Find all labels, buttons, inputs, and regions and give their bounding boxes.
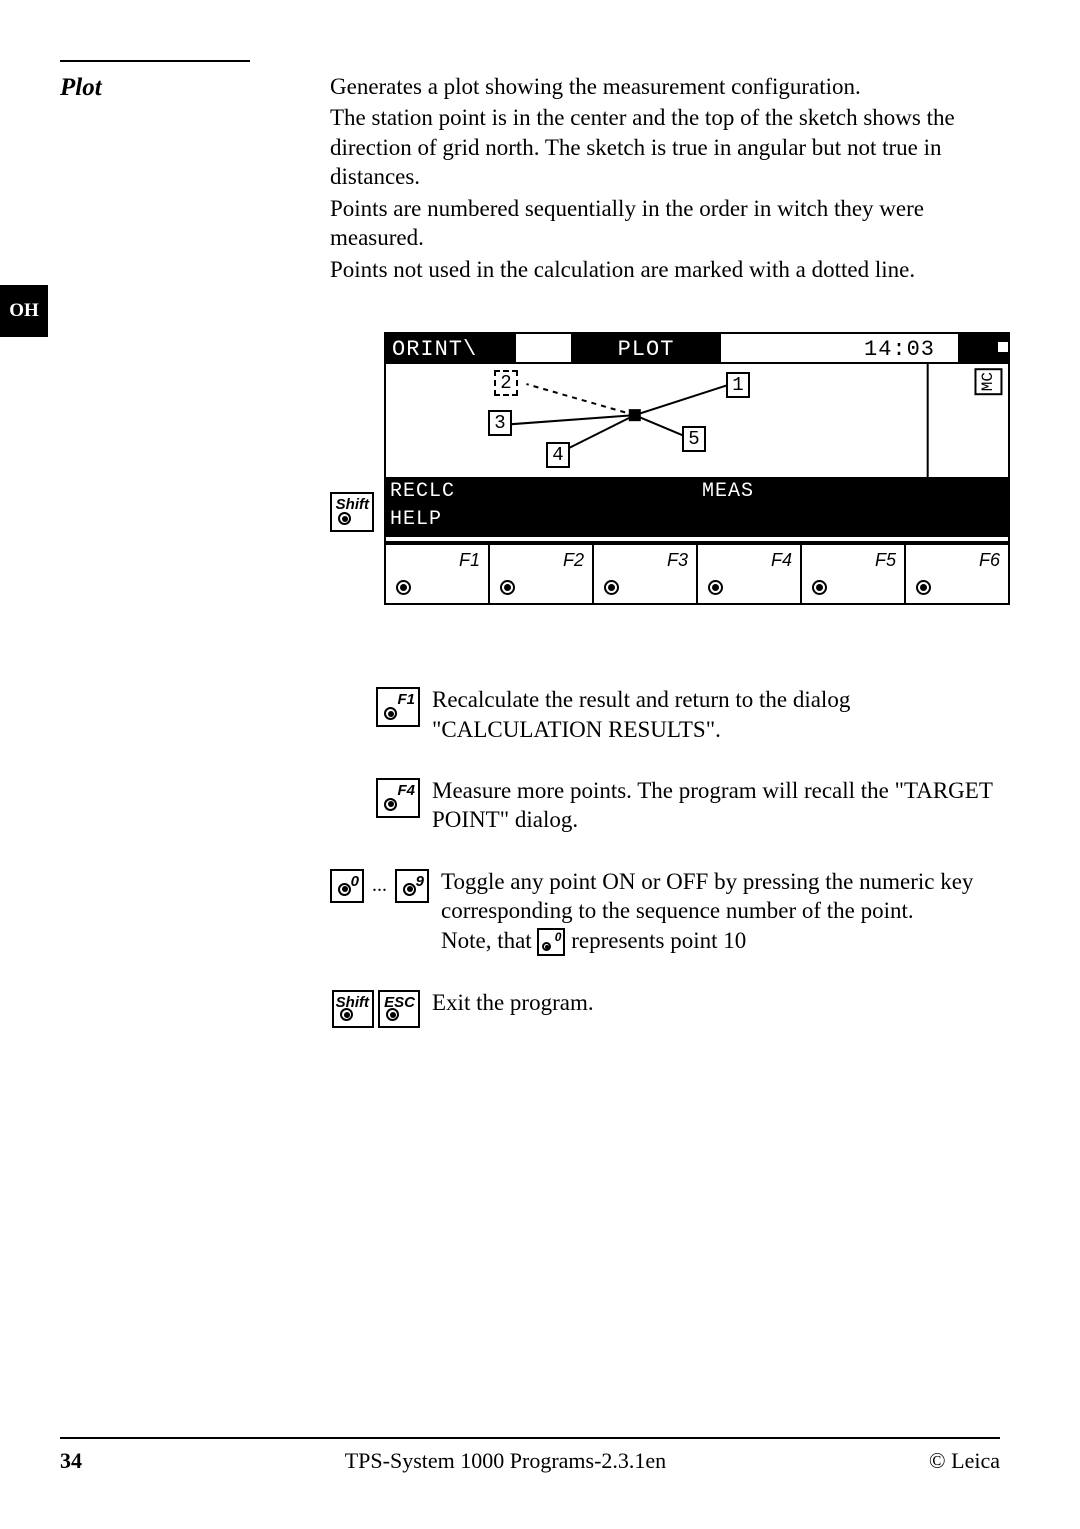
zero-key-icon: 0 <box>330 869 364 903</box>
device-screen: ORINT\ PLOT 14:03 <box>384 332 1010 605</box>
f5-key[interactable]: F5 <box>802 545 906 603</box>
softkey-meas[interactable]: MEAS <box>698 479 802 505</box>
function-key-row: F1 F2 F3 F4 F5 F6 <box>386 543 1008 603</box>
f4-key[interactable]: F4 <box>698 545 802 603</box>
footer-center: TPS-System 1000 Programs-2.3.1en <box>345 1447 666 1475</box>
f6-key[interactable]: F6 <box>906 545 1008 603</box>
body-text: The station point is in the center and t… <box>330 103 1010 191</box>
plot-point-1: 1 <box>726 372 750 398</box>
footer-copyright: © Leica <box>929 1447 1000 1475</box>
plot-point-4: 4 <box>546 442 570 468</box>
f1-key-icon: F1 <box>376 687 420 727</box>
section-heading: Plot <box>60 72 330 104</box>
exit-description: Exit the program. <box>432 988 1010 1017</box>
shift-key-icon: Shift <box>332 990 374 1028</box>
nine-key-icon: 9 <box>395 869 429 903</box>
softkey-reclc[interactable]: RECLC <box>386 479 490 505</box>
f4-description: Measure more points. The program will re… <box>432 776 1010 835</box>
plot-sketch: 1 2 3 4 5 MC <box>386 364 1008 479</box>
page-number: 34 <box>60 1447 82 1475</box>
esc-key-icon: ESC <box>378 990 420 1028</box>
numeric-key-description: Toggle any point ON or OFF by pressing t… <box>441 867 1010 957</box>
body-text: Points are numbered sequentially in the … <box>330 194 1010 253</box>
ellipsis: ... <box>368 873 391 899</box>
softkey-row-2: HELP <box>386 507 1008 535</box>
f3-key[interactable]: F3 <box>594 545 698 603</box>
f2-key[interactable]: F2 <box>490 545 594 603</box>
zero-key-inline-icon: 0 <box>537 928 565 956</box>
f1-description: Recalculate the result and return to the… <box>432 685 1010 744</box>
side-tab: OH <box>0 285 48 337</box>
body-text: Points not used in the calculation are m… <box>330 255 1010 284</box>
shift-key-icon: Shift <box>330 492 374 532</box>
plot-point-5: 5 <box>682 426 706 452</box>
screen-title-center: PLOT <box>571 334 721 364</box>
softkey-row-1: RECLC MEAS <box>386 479 1008 507</box>
softkey-help[interactable]: HELP <box>386 507 490 533</box>
screen-time: 14:03 <box>858 334 958 364</box>
body-text: Generates a plot showing the measurement… <box>330 72 1010 101</box>
plot-point-3: 3 <box>488 410 512 436</box>
plot-point-2: 2 <box>494 370 518 396</box>
screen-title-left: ORINT\ <box>386 334 516 364</box>
f4-key-icon: F4 <box>376 778 420 818</box>
f1-key[interactable]: F1 <box>386 545 490 603</box>
mc-indicator: MC <box>974 368 1002 395</box>
